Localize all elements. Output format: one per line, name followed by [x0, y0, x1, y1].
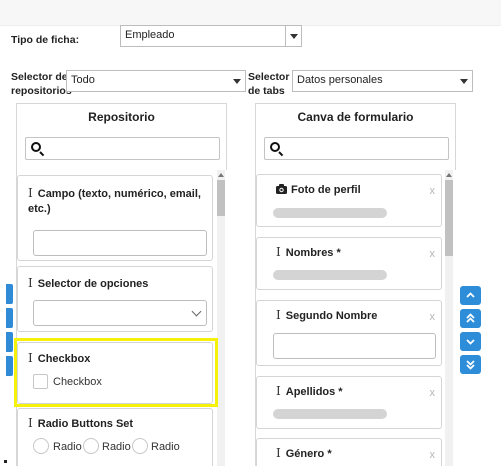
selector-repositorios-label: Selector de repositorios	[11, 70, 72, 98]
double-chevron-up-icon	[466, 313, 475, 323]
field-placeholder-bar	[273, 270, 387, 280]
repositorio-search-input[interactable]	[25, 137, 220, 160]
move-up-button[interactable]	[6, 308, 13, 328]
move-to-top-button[interactable]	[6, 284, 13, 304]
text-cursor-icon: I	[276, 308, 281, 322]
radio-preview[interactable]	[83, 438, 99, 454]
radio-preview[interactable]	[132, 438, 148, 454]
text-field-preview[interactable]	[33, 230, 207, 256]
scrollbar-thumb[interactable]	[217, 180, 225, 216]
remove-item-button[interactable]: x	[430, 449, 436, 461]
selector-repositorios-select[interactable]: Todo	[66, 70, 246, 92]
canva-item-title: I Segundo Nombre	[276, 308, 378, 322]
tipo-ficha-value: Empleado	[125, 29, 175, 41]
cursor-mark	[4, 460, 7, 463]
selection-highlight	[14, 338, 218, 407]
dropdown-arrow-icon	[229, 71, 245, 91]
text-cursor-icon: I	[276, 245, 281, 259]
field-placeholder-bar	[273, 409, 387, 419]
tipo-ficha-select[interactable]: Empleado	[120, 25, 302, 47]
remove-item-button[interactable]: x	[430, 185, 436, 197]
text-cursor-icon: I	[28, 186, 33, 200]
repositorio-scrollbar[interactable]	[217, 170, 225, 466]
double-chevron-down-icon	[466, 360, 475, 370]
move-to-top-button[interactable]	[460, 309, 481, 328]
move-to-bottom-button[interactable]	[460, 355, 481, 374]
remove-item-button[interactable]: x	[430, 387, 436, 399]
camera-icon	[276, 184, 287, 194]
remove-item-button[interactable]: x	[430, 248, 436, 260]
canva-item-title: Foto de perfil	[276, 183, 361, 198]
canva-item-title: I Apellidos *	[276, 384, 343, 398]
text-cursor-icon: I	[28, 276, 33, 290]
select-field-preview[interactable]	[33, 300, 207, 326]
repo-item-radio[interactable]: I Radio Buttons Set Radio Radio Radio	[17, 408, 213, 466]
selector-repositorios-value: Todo	[71, 74, 95, 86]
canva-scrollbar[interactable]	[445, 170, 453, 466]
move-to-bottom-button[interactable]	[6, 356, 13, 376]
scroll-up-icon	[446, 173, 452, 177]
canva-item-nombres[interactable]: I Nombres * x	[256, 237, 442, 290]
field-placeholder-bar	[273, 208, 387, 218]
selector-tabs-label-line1: Selector	[248, 71, 290, 83]
selector-tabs-label: Selector de tabs	[248, 70, 289, 98]
repo-item-title: I Radio Buttons Set	[28, 416, 134, 430]
selector-tabs-label-line2: de tabs	[248, 85, 285, 97]
canva-search-input[interactable]	[264, 137, 449, 160]
canva-item-foto-perfil[interactable]: Foto de perfil x	[256, 174, 442, 227]
radio-preview[interactable]	[33, 438, 49, 454]
radio-label: Radio	[53, 441, 82, 453]
canva-item-segundo-nombre[interactable]: I Segundo Nombre x	[256, 300, 442, 366]
move-down-button[interactable]	[6, 332, 13, 352]
selector-tabs-value: Datos personales	[297, 74, 383, 86]
canva-list: Foto de perfil x I Nombres * x I Segundo N…	[256, 170, 456, 466]
tipo-ficha-label: Tipo de ficha:	[11, 34, 80, 46]
search-icon	[270, 142, 280, 152]
canva-item-apellidos[interactable]: I Apellidos * x	[256, 376, 442, 429]
move-up-button[interactable]	[460, 286, 481, 305]
dropdown-arrow-icon	[285, 26, 301, 46]
text-cursor-icon: I	[276, 384, 281, 398]
text-cursor-icon: I	[276, 446, 281, 460]
dropdown-arrow-icon	[456, 71, 472, 91]
repo-item-title: I Campo (texto, numérico, email, etc.)	[28, 186, 201, 215]
repo-item-campo[interactable]: I Campo (texto, numérico, email, etc.)	[17, 175, 213, 261]
chevron-down-icon	[191, 306, 202, 317]
canva-title: Canva de formulario	[297, 110, 414, 124]
canva-item-genero[interactable]: I Género * x	[256, 438, 442, 466]
repositorio-title: Repositorio	[88, 110, 155, 124]
text-cursor-icon: I	[28, 416, 33, 430]
chevron-up-icon	[466, 292, 475, 298]
scroll-up-icon	[218, 173, 224, 177]
scrollbar-thumb[interactable]	[445, 180, 453, 256]
repositorio-list: I Campo (texto, numérico, email, etc.) IS…	[17, 170, 227, 466]
move-down-button[interactable]	[460, 332, 481, 351]
text-field-preview[interactable]	[273, 333, 436, 359]
remove-item-button[interactable]: x	[430, 311, 436, 323]
selector-repositorios-label-line1: Selector de	[11, 71, 68, 83]
radio-label: Radio	[151, 441, 180, 453]
top-bar	[0, 0, 501, 26]
canva-item-title: I Género *	[276, 446, 332, 460]
search-icon	[31, 142, 41, 152]
canva-item-title: I Nombres *	[276, 245, 341, 259]
repo-item-selector[interactable]: I Selector de opciones	[17, 266, 213, 332]
selector-repositorios-label-line2: repositorios	[11, 85, 72, 97]
repo-item-title: I Selector de opciones	[28, 276, 149, 290]
radio-label: Radio	[102, 441, 131, 453]
chevron-down-icon	[466, 339, 475, 345]
selector-tabs-select[interactable]: Datos personales	[292, 70, 473, 92]
